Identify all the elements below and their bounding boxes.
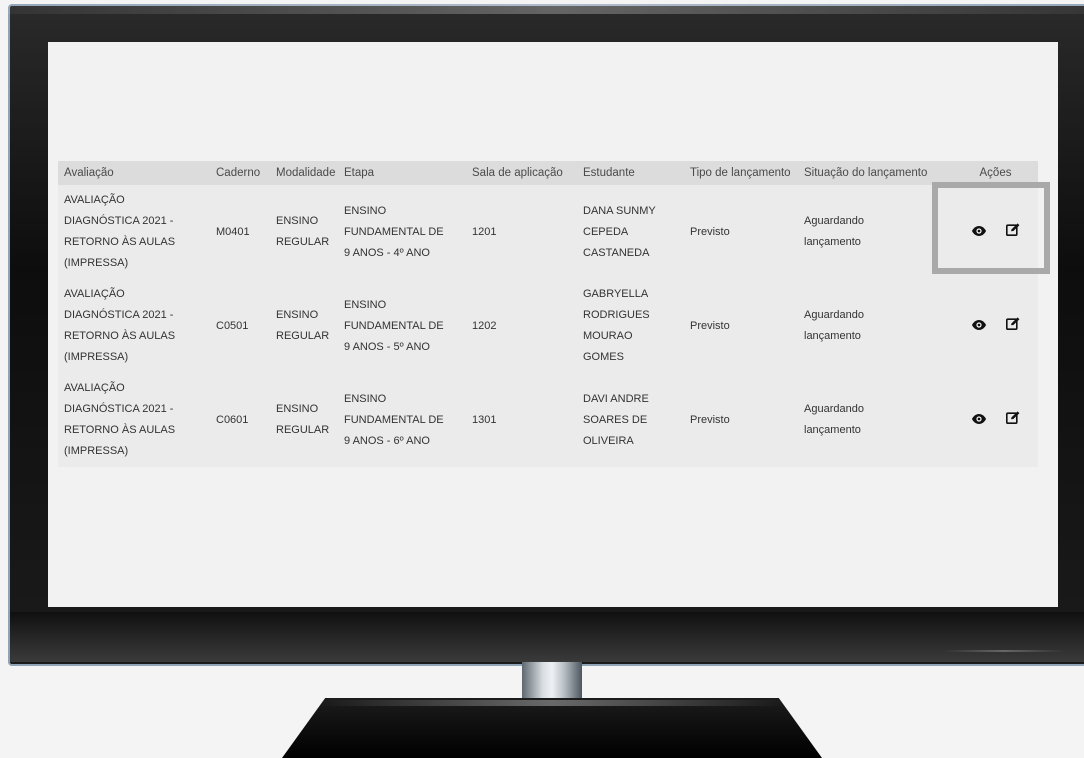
column-header-situacao[interactable]: Situação do lançamento <box>798 161 953 185</box>
cell-estudante-line: CEPEDA <box>583 225 629 238</box>
cell-estudante: GABRYELLA RODRIGUES MOURAO GOMES <box>577 279 684 373</box>
cell-avaliacao-line: (IMPRESSA) <box>64 445 129 457</box>
cell-situacao-line: lançamento <box>804 330 861 342</box>
cell-avaliacao-line: RETORNO ÀS AULAS <box>64 236 176 248</box>
cell-modalidade: ENSINO REGULAR <box>270 373 338 467</box>
eye-icon[interactable] <box>969 409 989 429</box>
cell-estudante-line: SOARES DE <box>583 413 648 426</box>
cell-situacao-line: Aguardando <box>804 309 864 321</box>
eye-icon[interactable] <box>969 315 989 335</box>
column-header-etapa[interactable]: Etapa <box>338 161 466 185</box>
cell-etapa: ENSINO FUNDAMENTAL DE 9 ANOS - 6º ANO <box>338 373 466 467</box>
cell-modalidade-line: ENSINO <box>276 309 319 321</box>
monitor-shine <box>8 4 1084 14</box>
cell-sala: 1201 <box>472 225 497 238</box>
cell-estudante-line: RODRIGUES <box>583 309 650 321</box>
column-header-acoes: Ações <box>979 167 1012 179</box>
cell-estudante: DANA SUNMY CEPEDA CASTANEDA <box>577 185 684 279</box>
column-header-avaliacao[interactable]: Avaliação <box>58 161 210 185</box>
cell-etapa: ENSINO FUNDAMENTAL DE 9 ANOS - 4º ANO <box>338 185 466 279</box>
cell-avaliacao-line: RETORNO ÀS AULAS <box>64 330 176 342</box>
cell-estudante-line: CASTANEDA <box>583 246 650 259</box>
cell-tipo: Previsto <box>690 225 730 238</box>
cell-avaliacao: AVALIAÇÃO DIAGNÓSTICA 2021 - RETORNO ÀS AU… <box>58 185 210 279</box>
cell-etapa-line: ENSINO <box>344 392 387 405</box>
cell-situacao: Aguardando lançamento <box>798 279 953 373</box>
cell-avaliacao: AVALIAÇÃO DIAGNÓSTICA 2021 - RETORNO ÀS AU… <box>58 279 210 373</box>
cell-sala: 1202 <box>472 319 497 332</box>
cell-acoes <box>953 373 1038 467</box>
cell-avaliacao-line: DIAGNÓSTICA 2021 - <box>64 309 174 321</box>
column-header-modalidade[interactable]: Modalidade <box>270 161 338 185</box>
cell-etapa: ENSINO FUNDAMENTAL DE 9 ANOS - 5º ANO <box>338 279 466 373</box>
cell-estudante-line: OLIVEIRA <box>583 434 634 447</box>
cell-etapa-line: 9 ANOS - 6º ANO <box>344 434 430 447</box>
cell-avaliacao-line: (IMPRESSA) <box>64 351 129 363</box>
column-header-estudante[interactable]: Estudante <box>577 161 684 185</box>
cell-etapa-line: 9 ANOS - 4º ANO <box>344 246 430 259</box>
cell-etapa-line: 9 ANOS - 5º ANO <box>344 340 430 353</box>
edit-icon[interactable] <box>1003 408 1023 428</box>
cell-etapa-line: FUNDAMENTAL DE <box>344 319 444 332</box>
cell-avaliacao-line: DIAGNÓSTICA 2021 - <box>64 215 174 227</box>
cell-avaliacao-line: DIAGNÓSTICA 2021 - <box>64 403 174 415</box>
cell-tipo: Previsto <box>690 319 730 332</box>
column-header-tipo[interactable]: Tipo de lançamento <box>684 161 798 185</box>
monitor-bezel-bottom <box>10 612 1084 662</box>
table-row: AVALIAÇÃO DIAGNÓSTICA 2021 - RETORNO ÀS AU… <box>58 373 1038 467</box>
cell-estudante-line: GABRYELLA <box>583 288 649 300</box>
cell-modalidade-line: REGULAR <box>276 236 330 248</box>
cell-modalidade-line: ENSINO <box>276 215 319 227</box>
table-header-row: Avaliação Caderno Modalidade Etapa Sala … <box>58 161 1038 185</box>
cell-caderno: C0601 <box>216 413 249 426</box>
cell-caderno: C0501 <box>216 319 249 332</box>
cell-situacao-line: Aguardando <box>804 215 864 227</box>
cell-estudante-line: DAVI ANDRE <box>583 392 649 405</box>
cell-estudante-line: DANA SUNMY <box>583 204 656 217</box>
column-header-caderno[interactable]: Caderno <box>210 161 270 185</box>
edit-icon[interactable] <box>1003 220 1023 240</box>
cell-avaliacao-line: AVALIAÇÃO <box>64 194 125 206</box>
monitor-power-light <box>944 650 1064 652</box>
cell-estudante-line: MOURAO <box>583 330 633 342</box>
cell-acoes <box>953 185 1038 279</box>
cell-modalidade: ENSINO REGULAR <box>270 279 338 373</box>
cell-avaliacao-line: AVALIAÇÃO <box>64 288 125 300</box>
cell-tipo: Previsto <box>690 413 730 426</box>
cell-etapa-line: ENSINO <box>344 204 387 217</box>
table-row: AVALIAÇÃO DIAGNÓSTICA 2021 - RETORNO ÀS AU… <box>58 185 1038 279</box>
cell-situacao: Aguardando lançamento <box>798 373 953 467</box>
launch-table-container: Avaliação Caderno Modalidade Etapa Sala … <box>58 161 1038 467</box>
cell-modalidade-line: REGULAR <box>276 424 330 436</box>
cell-situacao-line: lançamento <box>804 236 861 248</box>
cell-sala: 1301 <box>472 413 497 426</box>
cell-etapa-line: FUNDAMENTAL DE <box>344 225 444 238</box>
cell-acoes <box>953 279 1038 373</box>
cell-situacao: Aguardando lançamento <box>798 185 953 279</box>
cell-estudante-line: GOMES <box>583 351 624 363</box>
cell-caderno: M0401 <box>216 225 250 238</box>
cell-etapa-line: ENSINO <box>344 298 387 311</box>
cell-modalidade: ENSINO REGULAR <box>270 185 338 279</box>
column-header-sala[interactable]: Sala de aplicação <box>466 161 577 185</box>
cell-avaliacao-line: RETORNO ÀS AULAS <box>64 424 176 436</box>
cell-etapa-line: FUNDAMENTAL DE <box>344 413 444 426</box>
cell-avaliacao-line: AVALIAÇÃO <box>64 382 125 394</box>
cell-avaliacao-line: (IMPRESSA) <box>64 257 129 269</box>
table-row: AVALIAÇÃO DIAGNÓSTICA 2021 - RETORNO ÀS AU… <box>58 279 1038 373</box>
cell-avaliacao: AVALIAÇÃO DIAGNÓSTICA 2021 - RETORNO ÀS AU… <box>58 373 210 467</box>
launch-table: Avaliação Caderno Modalidade Etapa Sala … <box>58 161 1038 467</box>
cell-estudante: DAVI ANDRE SOARES DE OLIVEIRA <box>577 373 684 467</box>
cell-modalidade-line: ENSINO <box>276 403 319 415</box>
monitor-screen: Avaliação Caderno Modalidade Etapa Sala … <box>48 42 1058 607</box>
cell-situacao-line: Aguardando <box>804 403 864 415</box>
monitor-stand <box>282 698 822 758</box>
eye-icon[interactable] <box>969 221 989 241</box>
monitor-stand-highlight <box>320 700 784 706</box>
cell-situacao-line: lançamento <box>804 424 861 436</box>
cell-modalidade-line: REGULAR <box>276 330 330 342</box>
edit-icon[interactable] <box>1003 314 1023 334</box>
